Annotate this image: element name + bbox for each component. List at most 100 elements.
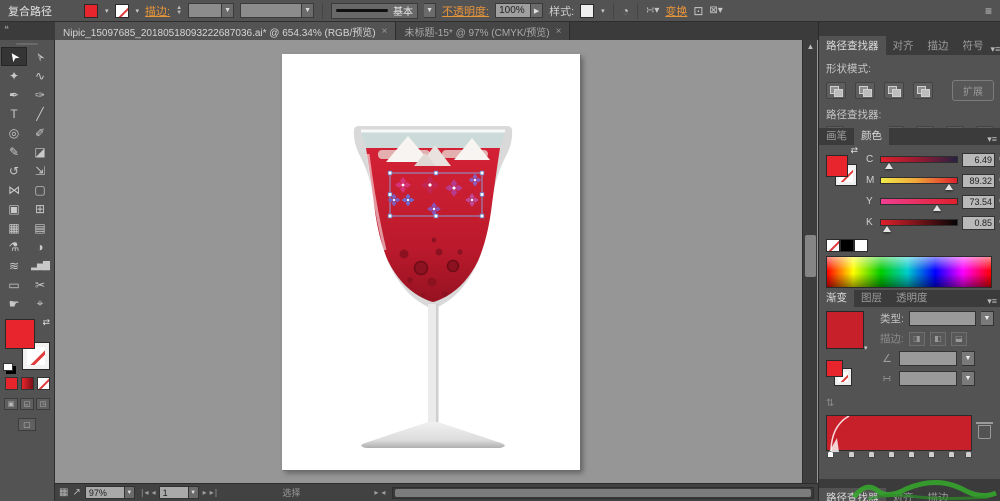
magenta-slider[interactable] xyxy=(880,177,958,190)
tool-perspective-grid[interactable]: ⊞ xyxy=(27,199,53,218)
close-icon[interactable]: × xyxy=(556,26,562,37)
yellow-slider-handle[interactable] xyxy=(933,205,942,211)
tool-column-graph[interactable]: ▂▅▇ xyxy=(27,256,53,275)
draw-behind-button[interactable]: ◱ xyxy=(20,398,34,410)
next-artboard-icon[interactable]: ▸ xyxy=(203,488,207,497)
tab-color[interactable]: 颜色 xyxy=(854,126,889,145)
vertical-scroll-thumb[interactable] xyxy=(805,235,816,277)
tool-scale[interactable]: ⇲ xyxy=(27,161,53,180)
tool-paintbrush[interactable]: ✐ xyxy=(27,123,53,142)
tool-pencil[interactable]: ✎ xyxy=(1,142,27,161)
tab-symbols[interactable]: 符号 xyxy=(956,36,991,55)
tab-brushes[interactable]: 画笔 xyxy=(819,126,854,145)
gradient-stop[interactable] xyxy=(868,451,875,458)
panel-menu-icon[interactable]: ≡ xyxy=(985,4,992,18)
vertical-scrollbar[interactable]: ▲ xyxy=(802,40,817,483)
unite-button[interactable] xyxy=(826,82,846,99)
exclude-button[interactable] xyxy=(913,82,933,99)
tool-lasso[interactable]: ∿ xyxy=(27,66,53,85)
tool-mesh[interactable]: ▦ xyxy=(1,218,27,237)
angle-field[interactable] xyxy=(899,351,957,366)
gradient-fill-stroke-indicator[interactable] xyxy=(826,360,860,390)
fill-stroke-indicator[interactable]: ⇄ xyxy=(3,317,50,371)
yellow-slider[interactable] xyxy=(880,198,958,211)
align-options-icon[interactable]: ∺▾ xyxy=(646,5,659,16)
panel-menu-icon[interactable]: ▾≡ xyxy=(991,44,1000,55)
black-slider[interactable] xyxy=(880,219,958,232)
tool-free-transform[interactable]: ▢ xyxy=(27,180,53,199)
opacity-link[interactable]: 不透明度: xyxy=(442,3,489,19)
stroke-within-icon[interactable]: ◨ xyxy=(908,331,925,346)
bounding-box-icon[interactable]: ⊡ xyxy=(693,4,703,18)
stroke-along-icon[interactable]: ◧ xyxy=(929,331,946,346)
profile-dropdown-icon[interactable]: ▼ xyxy=(302,3,315,18)
opacity-dropdown-icon[interactable]: ▶ xyxy=(531,3,544,18)
tool-eraser[interactable]: ◪ xyxy=(27,142,53,161)
tool-eyedropper[interactable]: ⚗ xyxy=(1,237,27,256)
tab-layers[interactable]: 图层 xyxy=(854,288,889,307)
tool-artboard[interactable]: ▭ xyxy=(1,275,27,294)
gradient-stop[interactable] xyxy=(948,451,955,458)
none-swatch[interactable] xyxy=(826,239,840,252)
document-setup-icon[interactable]: ◔ xyxy=(622,4,629,18)
color-fill-stroke-indicator[interactable]: ⇄ xyxy=(826,145,860,189)
last-artboard-icon[interactable]: ▸❘ xyxy=(210,488,220,497)
magenta-slider-handle[interactable] xyxy=(944,184,953,190)
gradient-button[interactable] xyxy=(20,377,34,390)
cyan-value-field[interactable]: 6.49 xyxy=(962,152,995,167)
document-tab-1[interactable]: Nipic_15097685_20180518093222687036.ai* … xyxy=(55,22,397,40)
angle-dropdown-icon[interactable]: ▼ xyxy=(962,351,975,366)
artboard-dropdown-icon[interactable]: ▼ xyxy=(188,486,199,499)
gradient-stop[interactable] xyxy=(888,451,895,458)
stroke-color-swatch[interactable] xyxy=(114,3,129,18)
tool-zoom[interactable]: ⌖ xyxy=(27,294,53,313)
yellow-value-field[interactable]: 73.54 xyxy=(962,194,995,209)
toolbar-grip[interactable] xyxy=(16,43,38,45)
tool-magic-wand[interactable]: ✦ xyxy=(1,66,27,85)
prev-artboard-icon[interactable]: ◂ xyxy=(152,488,156,497)
tool-anchor-point[interactable]: ✑ xyxy=(27,85,53,104)
tool-line-segment[interactable]: ╱ xyxy=(27,104,53,123)
artboard[interactable] xyxy=(282,54,580,470)
aspect-dropdown-icon[interactable]: ▼ xyxy=(962,371,975,386)
cyan-slider-handle[interactable] xyxy=(884,163,893,169)
gradient-swatch[interactable] xyxy=(826,311,864,349)
close-icon[interactable]: × xyxy=(382,26,388,37)
gradient-stop[interactable] xyxy=(908,451,915,458)
swap-colors-icon[interactable]: ⇄ xyxy=(850,145,858,156)
gradient-stop[interactable] xyxy=(965,451,972,458)
swap-fill-stroke-icon[interactable]: ⇄ xyxy=(42,317,50,328)
black-swatch[interactable] xyxy=(840,239,854,252)
color-button[interactable] xyxy=(4,377,18,390)
grid-icon[interactable]: ▦ xyxy=(59,487,68,498)
gradient-stop[interactable] xyxy=(848,451,855,458)
tab-gradient[interactable]: 渐变 xyxy=(819,288,854,307)
stroke-weight-dropdown-icon[interactable]: ▼ xyxy=(222,3,235,18)
cyan-slider[interactable] xyxy=(880,156,958,169)
stroke-dropdown-icon[interactable]: ▾ xyxy=(136,7,140,15)
aspect-ratio-field[interactable] xyxy=(899,371,957,386)
gradient-swatch-dropdown-icon[interactable]: ▾ xyxy=(864,345,868,352)
default-fill-stroke-icon[interactable] xyxy=(3,363,13,371)
tab-transparency[interactable]: 透明度 xyxy=(889,288,935,307)
intersect-button[interactable] xyxy=(884,82,904,99)
horizontal-scroll-thumb[interactable] xyxy=(395,488,811,497)
fill-swatch[interactable] xyxy=(5,319,35,349)
minus-front-button[interactable] xyxy=(855,82,875,99)
tool-symbol-sprayer[interactable]: ≋ xyxy=(1,256,27,275)
gradient-stop[interactable] xyxy=(928,451,935,458)
white-swatch[interactable] xyxy=(854,239,868,252)
wine-glass-artwork[interactable] xyxy=(282,54,580,470)
horizontal-scrollbar[interactable] xyxy=(392,486,814,499)
magenta-value-field[interactable]: 89.32 xyxy=(962,173,995,188)
tool-pen[interactable]: ✒ xyxy=(1,85,27,104)
tool-width[interactable]: ⋈ xyxy=(1,180,27,199)
tool-direct-selection[interactable]: ➢ xyxy=(27,47,53,66)
scroll-left-icon[interactable]: ◂ xyxy=(381,488,385,497)
gradient-stop[interactable] xyxy=(827,451,834,458)
brush-definition-dropdown[interactable]: 基本 xyxy=(331,2,419,19)
screen-mode-button[interactable]: ▢ xyxy=(18,418,36,431)
gradient-type-dropdown-icon[interactable]: ▼ xyxy=(981,311,994,326)
document-tab-2[interactable]: 未标题-15* @ 97% (CMYK/预览) × xyxy=(396,22,571,40)
tool-rotate[interactable]: ↺ xyxy=(1,161,27,180)
